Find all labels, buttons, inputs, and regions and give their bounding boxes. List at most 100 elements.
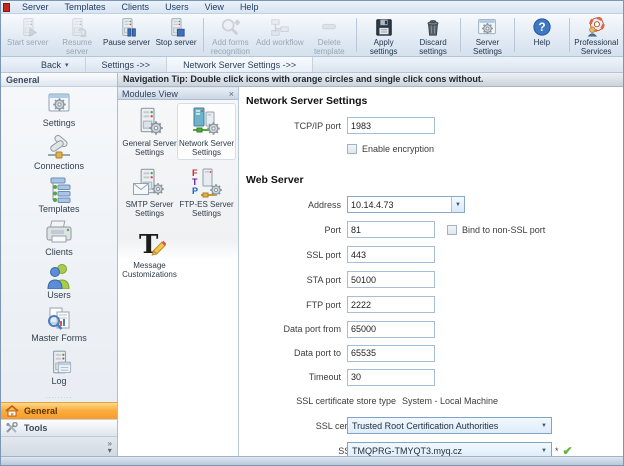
- toolbar: Start server Resume server Pause server …: [1, 14, 623, 57]
- sidebar-item-templates[interactable]: Templates: [1, 177, 117, 214]
- checkbox-icon: [447, 225, 457, 235]
- delete-template-button: Delete template: [305, 15, 354, 55]
- add-forms-recognition-icon: [219, 17, 241, 37]
- web-server-title: Web Server: [246, 174, 623, 186]
- sidebar-footer: »▾: [1, 436, 117, 456]
- checkbox-icon: [347, 144, 357, 154]
- ssl-cert-store-dropdown[interactable]: Trusted Root Certification Authorities ▼: [347, 417, 552, 434]
- network-server-settings-form: Network Server Settings TCP/IP port Enab…: [239, 87, 623, 456]
- module-message-customizations[interactable]: T Message Customizations: [121, 226, 178, 281]
- sta-port-label: STA port: [246, 275, 341, 285]
- sidebar-item-settings[interactable]: Settings: [1, 91, 117, 128]
- menu-help[interactable]: Help: [233, 2, 266, 12]
- bind-non-ssl-checkbox[interactable]: Bind to non-SSL port: [447, 225, 545, 235]
- resume-server-icon: [66, 17, 88, 37]
- server-settings-icon: [476, 17, 498, 37]
- server-settings-button[interactable]: Server Settings: [463, 15, 512, 55]
- sidebar-item-users[interactable]: Users: [1, 263, 117, 300]
- ssl-cert-store-type-value: System - Local Machine: [402, 396, 498, 406]
- help-button[interactable]: ? Help: [517, 15, 566, 55]
- address-combobox[interactable]: 10.14.4.73 ▼: [347, 196, 465, 213]
- breadcrumb: Back ▾ Settings ->> Network Server Setti…: [1, 57, 623, 73]
- delete-template-icon: [318, 17, 340, 37]
- toolbar-separator: [569, 18, 570, 52]
- modules-view-title: Modules View: [122, 89, 178, 99]
- message-customizations-icon: T: [132, 228, 168, 260]
- window-bottom-edge: [1, 456, 623, 465]
- collapse-chevron-icon[interactable]: »▾: [108, 440, 112, 454]
- module-network-server-settings[interactable]: Network Server Settings: [178, 104, 235, 159]
- menu-view[interactable]: View: [198, 2, 231, 12]
- ssl-certificate-dropdown[interactable]: TMQPRG-TMYQT3.myq.cz ▼: [347, 442, 552, 456]
- users-icon: [44, 263, 74, 289]
- app-icon: [3, 3, 10, 12]
- stop-server-button[interactable]: Stop server: [151, 15, 200, 55]
- chevron-down-icon[interactable]: ▼: [451, 197, 464, 212]
- toolbar-separator: [514, 18, 515, 52]
- address-label: Address: [246, 200, 341, 210]
- data-port-to-input[interactable]: [347, 345, 435, 362]
- chevron-down-icon: ▾: [65, 61, 69, 69]
- data-port-from-input[interactable]: [347, 321, 435, 338]
- templates-icon: [44, 177, 74, 203]
- breadcrumb-network-server-settings[interactable]: Network Server Settings ->>: [167, 57, 313, 72]
- log-icon: [44, 349, 74, 375]
- resume-server-button: Resume server: [52, 15, 101, 55]
- master-forms-icon: [44, 306, 74, 332]
- svg-text:?: ?: [538, 20, 545, 34]
- sidebar-item-master-forms[interactable]: Master Forms: [1, 306, 117, 343]
- home-icon: [5, 405, 19, 417]
- sta-port-input[interactable]: [347, 271, 435, 288]
- tcp-ip-port-label: TCP/IP port: [246, 121, 341, 131]
- start-server-button: Start server: [3, 15, 52, 55]
- module-ftp-es-server-settings[interactable]: F T P FTP-ES Server Settings: [178, 165, 235, 220]
- discard-settings-icon: [422, 17, 444, 37]
- sidebar-item-log[interactable]: Log: [1, 349, 117, 386]
- port-label: Port: [246, 225, 341, 235]
- enable-encryption-checkbox[interactable]: Enable encryption: [347, 144, 434, 154]
- modules-view-titlebar: Modules View ×: [118, 87, 238, 100]
- start-server-icon: [17, 17, 39, 37]
- sidebar-nav-tools[interactable]: Tools: [1, 419, 117, 436]
- form-title: Network Server Settings: [246, 95, 623, 107]
- menu-server[interactable]: Server: [15, 2, 56, 12]
- data-port-from-label: Data port from: [246, 324, 341, 334]
- ftp-port-input[interactable]: [347, 296, 435, 313]
- menu-templates[interactable]: Templates: [58, 2, 113, 12]
- sidebar-item-clients[interactable]: Clients: [1, 220, 117, 257]
- toolbar-separator: [356, 18, 357, 52]
- chevron-down-icon: ▼: [537, 448, 551, 454]
- module-general-server-settings[interactable]: General Server Settings: [121, 104, 178, 159]
- timeout-input[interactable]: [347, 369, 435, 386]
- chevron-down-icon: ▼: [537, 423, 551, 429]
- apply-settings-icon: [373, 17, 395, 37]
- svg-text:P: P: [192, 186, 198, 196]
- add-workflow-button: Add workflow: [255, 15, 304, 55]
- ftp-port-label: FTP port: [246, 300, 341, 310]
- sidebar: General Settings Connections: [1, 73, 118, 456]
- port-input[interactable]: [347, 221, 435, 238]
- pause-server-icon: [116, 17, 138, 37]
- tcp-ip-port-input[interactable]: [347, 117, 435, 134]
- data-port-to-label: Data port to: [246, 348, 341, 358]
- pause-server-button[interactable]: Pause server: [102, 15, 151, 55]
- ssl-port-input[interactable]: [347, 246, 435, 263]
- sidebar-nav-general[interactable]: General: [1, 402, 117, 419]
- breadcrumb-settings[interactable]: Settings ->>: [86, 57, 168, 72]
- apply-settings-button[interactable]: Apply settings: [359, 15, 408, 55]
- menu-users[interactable]: Users: [158, 2, 196, 12]
- sidebar-item-connections[interactable]: Connections: [1, 134, 117, 171]
- back-button[interactable]: Back ▾: [25, 57, 86, 72]
- stop-server-icon: [165, 17, 187, 37]
- menu-clients[interactable]: Clients: [115, 2, 157, 12]
- certificate-valid-check-icon: ✔: [563, 444, 573, 457]
- close-icon[interactable]: ×: [229, 89, 234, 99]
- professional-services-button[interactable]: Professional Services: [572, 15, 621, 55]
- module-smtp-server-settings[interactable]: SMTP Server Settings: [121, 165, 178, 220]
- discard-settings-button[interactable]: Discard settings: [408, 15, 457, 55]
- sidebar-header: General: [1, 73, 117, 87]
- svg-text:T: T: [139, 230, 159, 260]
- modules-view-panel: Modules View × General Server Settings: [118, 87, 239, 456]
- toolbar-separator: [203, 18, 204, 52]
- tools-icon: [5, 422, 19, 434]
